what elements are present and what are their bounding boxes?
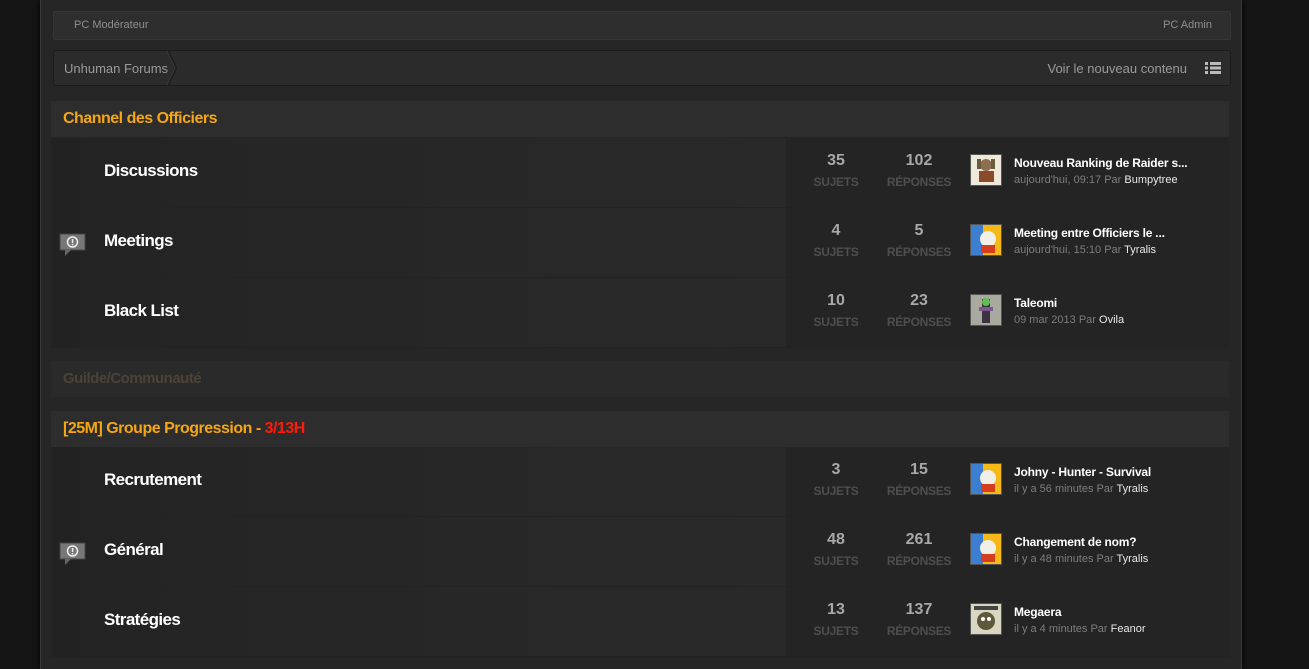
last-post-user-link[interactable]: Bumpytree — [1124, 174, 1177, 186]
last-post-user-link[interactable]: Tyralis — [1117, 553, 1149, 565]
last-post-title-link[interactable]: Meeting entre Officiers le ... — [1014, 226, 1165, 240]
forum-row: Discussions 35 SUJETS 102 RÉPONSES Nouveau… — [51, 138, 1229, 208]
last-post-meta: 09 mar 2013 Par Ovila — [1014, 314, 1125, 326]
last-post-title-link[interactable]: Johny - Hunter - Survival — [1014, 465, 1151, 479]
category-header-officers[interactable]: Channel des Officiers — [51, 101, 1229, 137]
new-content-link[interactable]: Voir le nouveau contenu — [1048, 61, 1188, 76]
breadcrumb-home-link[interactable]: Unhuman Forums — [64, 61, 168, 76]
replies-stat: 137 RÉPONSES — [886, 601, 952, 638]
forum-name-link[interactable]: Recrutement — [104, 470, 202, 490]
last-post-user-link[interactable]: Tyralis — [1124, 244, 1156, 256]
progression-status: 3/13H — [264, 420, 306, 437]
forum-name-link[interactable]: Discussions — [104, 161, 198, 181]
category-header-guild[interactable]: Guilde/Communauté — [51, 361, 1229, 397]
forum-row: Meetings 4 SUJETS 5 RÉPONSES Meeting entre… — [51, 208, 1229, 278]
topics-stat: 48 SUJETS — [813, 531, 859, 568]
topics-stat: 35 SUJETS — [813, 152, 859, 189]
avatar[interactable] — [970, 154, 1002, 186]
replies-stat: 23 RÉPONSES — [886, 292, 952, 329]
moderator-cp-link[interactable]: PC Modérateur — [74, 19, 149, 31]
category-title[interactable]: Guilde/Communauté — [63, 370, 202, 387]
last-post-meta: il y a 4 minutes Par Feanor — [1014, 623, 1146, 635]
forum-row: Black List 10 SUJETS 23 RÉPONSES Taleomi 0… — [51, 278, 1229, 348]
replies-stat: 5 RÉPONSES — [886, 222, 952, 259]
avatar[interactable] — [970, 224, 1002, 256]
forum-container: PC Modérateur PC Admin Unhuman Forums Vo… — [40, 0, 1242, 669]
avatar[interactable] — [970, 463, 1002, 495]
forum-name-link[interactable]: Stratégies — [104, 610, 181, 630]
list-view-icon[interactable] — [1205, 62, 1221, 74]
topics-stat: 3 SUJETS — [813, 461, 859, 498]
last-post-title-link[interactable]: Nouveau Ranking de Raider s... — [1014, 156, 1188, 170]
forum-row: Stratégies 13 SUJETS 137 RÉPONSES Megaera … — [51, 587, 1229, 657]
forum-name-link[interactable]: Général — [104, 540, 164, 560]
category-title[interactable]: Channel des Officiers — [63, 110, 218, 128]
last-post-meta: aujourd'hui, 09:17 Par Bumpytree — [1014, 174, 1178, 186]
breadcrumb: Unhuman Forums Voir le nouveau contenu — [53, 50, 1231, 86]
topics-stat: 4 SUJETS — [813, 222, 859, 259]
admin-cp-link[interactable]: PC Admin — [1163, 19, 1212, 31]
last-post-title-link[interactable]: Changement de nom? — [1014, 535, 1137, 549]
category-title[interactable]: [25M] Groupe Progression - 3/13H — [63, 420, 305, 438]
topics-stat: 13 SUJETS — [813, 601, 859, 638]
last-post-user-link[interactable]: Tyralis — [1117, 483, 1149, 495]
unread-alert-icon — [59, 542, 86, 565]
replies-stat: 261 RÉPONSES — [886, 531, 952, 568]
replies-stat: 102 RÉPONSES — [886, 152, 952, 189]
forum-row: Général 48 SUJETS 261 RÉPONSES Changement … — [51, 517, 1229, 587]
moderator-bar: PC Modérateur PC Admin — [53, 11, 1231, 40]
unread-alert-icon — [59, 233, 86, 256]
category-header-progression[interactable]: [25M] Groupe Progression - 3/13H — [51, 411, 1229, 447]
forum-name-link[interactable]: Meetings — [104, 231, 173, 251]
avatar[interactable] — [970, 294, 1002, 326]
last-post-user-link[interactable]: Ovila — [1099, 314, 1124, 326]
replies-stat: 15 RÉPONSES — [886, 461, 952, 498]
topics-stat: 10 SUJETS — [813, 292, 859, 329]
last-post-meta: aujourd'hui, 15:10 Par Tyralis — [1014, 244, 1156, 256]
avatar[interactable] — [970, 533, 1002, 565]
breadcrumb-separator-icon — [167, 51, 177, 85]
last-post-meta: il y a 48 minutes Par Tyralis — [1014, 553, 1149, 565]
forum-row: Recrutement 3 SUJETS 15 RÉPONSES Johny - H… — [51, 447, 1229, 517]
last-post-title-link[interactable]: Taleomi — [1014, 296, 1057, 310]
forum-name-link[interactable]: Black List — [104, 301, 179, 321]
last-post-meta: il y a 56 minutes Par Tyralis — [1014, 483, 1149, 495]
last-post-user-link[interactable]: Feanor — [1111, 623, 1146, 635]
last-post-title-link[interactable]: Megaera — [1014, 605, 1061, 619]
avatar[interactable] — [970, 603, 1002, 635]
